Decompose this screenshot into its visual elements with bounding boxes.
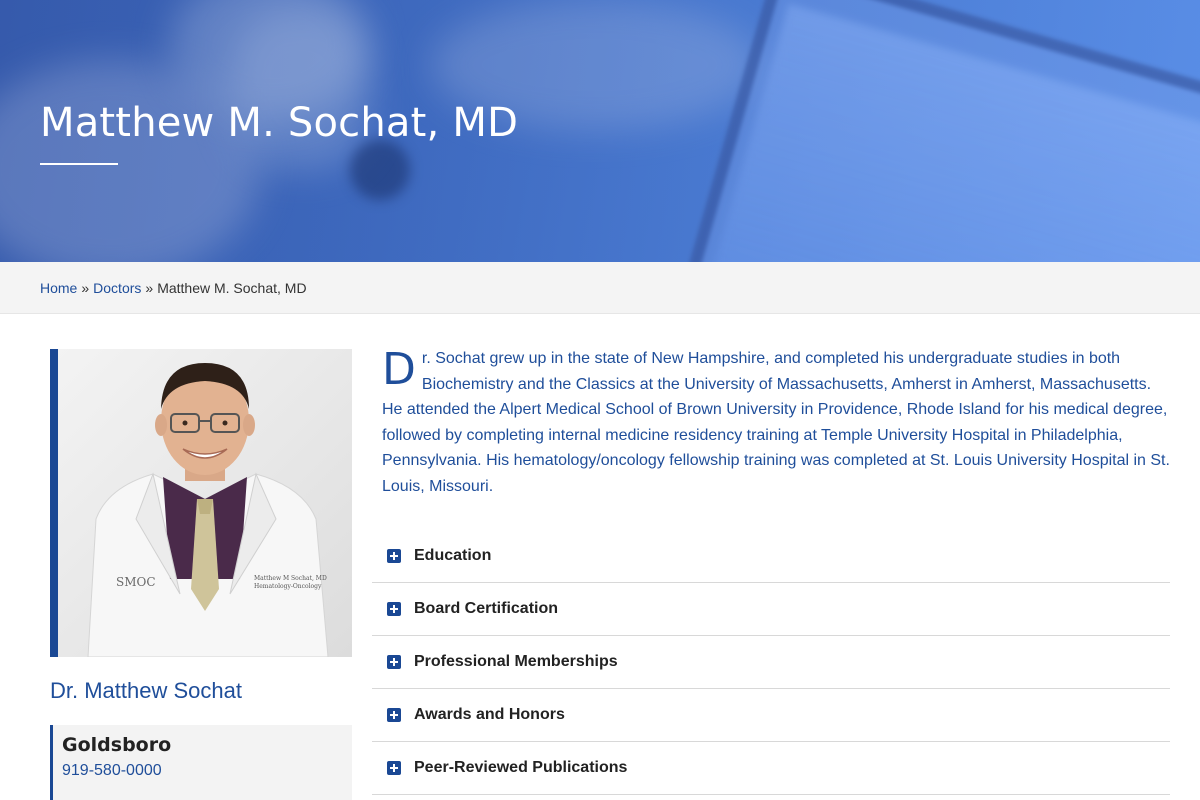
- accordion-item-board-certification[interactable]: Board Certification: [372, 583, 1170, 636]
- breadcrumb-separator: »: [81, 280, 90, 296]
- profile-accordion: Education Board Certification Profession…: [372, 530, 1170, 795]
- accordion-item-peer-reviewed-publications[interactable]: Peer-Reviewed Publications: [372, 742, 1170, 795]
- coat-logo-text: SMOC: [116, 575, 156, 589]
- plus-square-icon: [387, 549, 401, 563]
- accordion-label: Professional Memberships: [414, 653, 618, 670]
- accordion-item-awards-and-honors[interactable]: Awards and Honors: [372, 689, 1170, 742]
- accordion-item-education[interactable]: Education: [372, 530, 1170, 583]
- doctor-portrait: SMOC Matthew M Sochat, MD Hematology-Onc…: [87, 363, 329, 657]
- doctor-name: Dr. Matthew Sochat: [50, 678, 242, 703]
- plus-square-icon: [387, 602, 401, 616]
- page-title: Matthew M. Sochat, MD: [40, 100, 519, 146]
- title-underline: [40, 163, 118, 165]
- breadcrumb-doctors-link[interactable]: Doctors: [93, 280, 141, 296]
- coat-dept-text: Hematology-Oncology: [254, 583, 322, 590]
- accordion-label: Board Certification: [414, 600, 559, 617]
- breadcrumb-current: Matthew M. Sochat, MD: [157, 280, 307, 296]
- bio-text: r. Sochat grew up in the state of New Ha…: [382, 350, 1170, 495]
- hero-banner: Matthew M. Sochat, MD: [0, 0, 1200, 262]
- location-card: Goldsboro 919-580-0000: [50, 725, 352, 800]
- breadcrumb-home-link[interactable]: Home: [40, 280, 77, 296]
- accordion-item-professional-memberships[interactable]: Professional Memberships: [372, 636, 1170, 689]
- doctor-photo: SMOC Matthew M Sochat, MD Hematology-Onc…: [50, 349, 352, 657]
- plus-square-icon: [387, 655, 401, 669]
- coat-name-text: Matthew M Sochat, MD: [254, 575, 327, 582]
- bio-dropcap: D: [382, 344, 416, 395]
- location-phone-link[interactable]: 919-580-0000: [62, 762, 352, 780]
- accordion-label: Education: [414, 547, 492, 564]
- accordion-label: Awards and Honors: [414, 706, 565, 723]
- breadcrumb: Home» Doctors» Matthew M. Sochat, MD: [0, 262, 1200, 314]
- plus-square-icon: [387, 708, 401, 722]
- breadcrumb-separator: »: [145, 280, 154, 296]
- location-city: Goldsboro: [62, 734, 172, 756]
- doctor-bio: D r. Sochat grew up in the state of New …: [382, 346, 1172, 499]
- plus-square-icon: [387, 761, 401, 775]
- accordion-label: Peer-Reviewed Publications: [414, 759, 628, 776]
